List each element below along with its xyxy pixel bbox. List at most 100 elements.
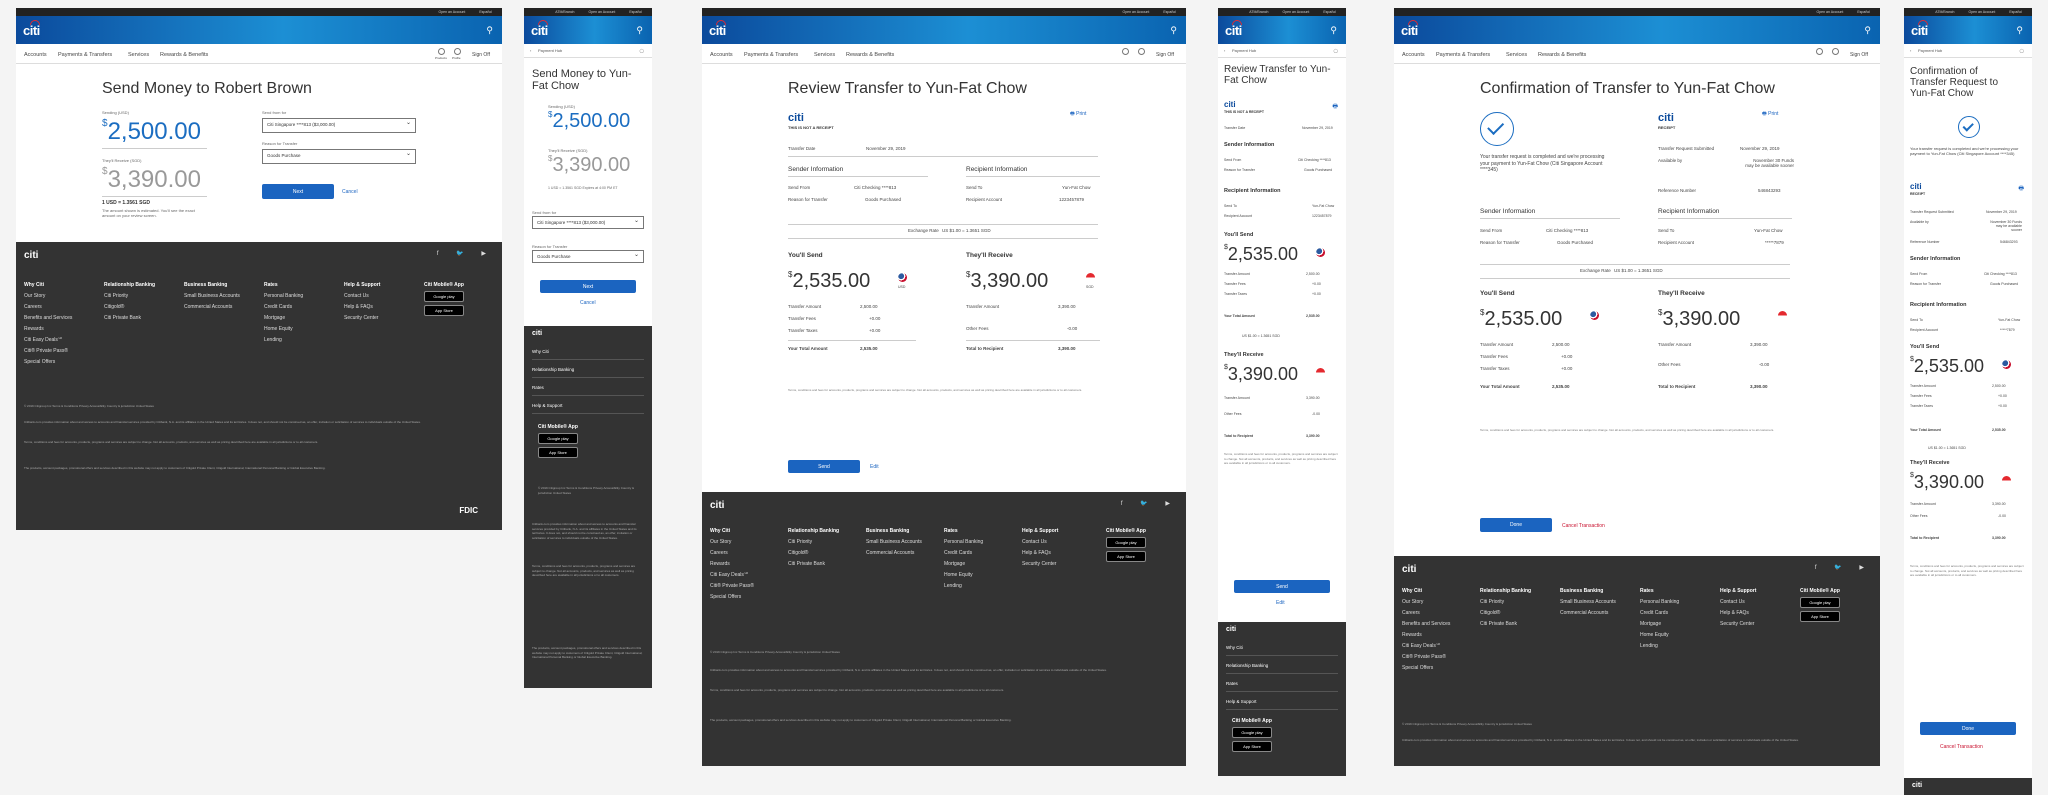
profile-icon[interactable]: ◯: [640, 48, 644, 53]
print-icon[interactable]: 🖶: [1332, 102, 1338, 112]
products-icon[interactable]: [1816, 48, 1823, 55]
citi-logo[interactable]: citi: [531, 23, 548, 38]
cancel-transaction-link[interactable]: Cancel Transaction: [1562, 523, 1605, 529]
accordion-relationship[interactable]: Relationship Banking: [532, 362, 644, 378]
nav-payments[interactable]: Payments & Transfers: [58, 52, 112, 58]
search-icon[interactable]: ⚲: [1864, 25, 1871, 36]
open-account-link[interactable]: Open an Account: [588, 10, 615, 14]
payment-hub-link[interactable]: Payment Hub: [1918, 48, 1942, 53]
cancel-link[interactable]: Cancel: [580, 300, 596, 306]
nav-accounts[interactable]: Accounts: [24, 52, 47, 58]
back-icon[interactable]: ‹: [530, 48, 531, 53]
nav-rewards[interactable]: Rewards & Benefits: [846, 52, 894, 58]
espanol-link[interactable]: Español: [2009, 10, 2022, 14]
atm-link[interactable]: ATM/Branch: [1249, 10, 1268, 14]
done-button[interactable]: Done: [1920, 722, 2016, 735]
nav-payments[interactable]: Payments & Transfers: [744, 52, 798, 58]
legal-links[interactable]: © 2019 Citigroup Inc Terms & Conditions …: [1402, 722, 1872, 727]
app-store-badge[interactable]: App Store: [1232, 741, 1272, 752]
payment-hub-link[interactable]: Payment Hub: [1232, 48, 1256, 53]
sending-amount-input[interactable]: $2,500.00: [102, 118, 201, 146]
products-icon[interactable]: [1122, 48, 1129, 55]
google-play-badge[interactable]: Google play: [1800, 597, 1840, 608]
open-account-link[interactable]: Open an Account: [438, 10, 465, 14]
citi-logo[interactable]: citi: [1911, 23, 1928, 38]
profile-icon[interactable]: [454, 48, 461, 55]
google-play-badge[interactable]: Google play: [424, 291, 464, 302]
receive-amount-input[interactable]: $3,390.00: [102, 166, 201, 194]
sending-amount-input[interactable]: $2,500.00: [548, 110, 630, 133]
open-account-link[interactable]: Open an Account: [1968, 10, 1995, 14]
profile-icon[interactable]: ◯: [2020, 48, 2024, 53]
atm-link[interactable]: ATM/Branch: [1935, 10, 1954, 14]
send-from-select[interactable]: Citi Singapore ****813 ($3,000.00): [532, 216, 644, 229]
espanol-link[interactable]: Español: [1857, 10, 1870, 14]
accordion-relationship[interactable]: Relationship Banking: [1226, 658, 1338, 674]
reason-select[interactable]: Goods Purchase: [262, 149, 416, 164]
citi-logo[interactable]: citi: [23, 23, 40, 38]
nav-services[interactable]: Services: [814, 52, 835, 58]
reason-select[interactable]: Goods Purchase: [532, 250, 644, 263]
sign-off-link[interactable]: Sign Off: [1156, 52, 1174, 58]
google-play-badge[interactable]: Google play: [538, 433, 578, 444]
google-play-badge[interactable]: Google play: [1232, 727, 1272, 738]
nav-services[interactable]: Services: [128, 52, 149, 58]
nav-services[interactable]: Services: [1506, 52, 1527, 58]
cancel-transaction-link[interactable]: Cancel Transaction: [1940, 744, 1983, 750]
social-icons[interactable]: f 🐦 ▶: [1815, 564, 1872, 571]
send-button[interactable]: Send: [788, 460, 860, 473]
citi-logo[interactable]: citi: [1225, 23, 1242, 38]
send-from-select[interactable]: Citi Singapore ****813 ($3,000.00): [262, 118, 416, 133]
nav-accounts[interactable]: Accounts: [710, 52, 733, 58]
accordion-why-citi[interactable]: Why Citi: [1226, 640, 1338, 656]
legal-links[interactable]: © 2019 Citigroup Inc Terms & Conditions …: [538, 486, 638, 495]
citi-logo[interactable]: citi: [709, 23, 726, 38]
open-account-link[interactable]: Open an Account: [1122, 10, 1149, 14]
search-icon[interactable]: ⚲: [1170, 25, 1177, 36]
sign-off-link[interactable]: Sign Off: [1850, 52, 1868, 58]
citi-logo[interactable]: citi: [1401, 23, 1418, 38]
products-icon[interactable]: [438, 48, 445, 55]
receive-amount-input[interactable]: $3,390.00: [548, 154, 630, 177]
social-icons[interactable]: f 🐦 ▶: [437, 250, 494, 257]
print-button[interactable]: 🖶 Print: [1762, 111, 1778, 119]
send-button[interactable]: Send: [1234, 580, 1330, 593]
edit-link[interactable]: Edit: [870, 464, 879, 470]
legal-links[interactable]: © 2019 Citigroup Inc Terms & Conditions …: [24, 404, 494, 409]
print-icon[interactable]: 🖶: [2018, 184, 2024, 194]
search-icon[interactable]: ⚲: [486, 25, 493, 36]
accordion-help[interactable]: Help & Support: [1226, 694, 1338, 710]
sign-off-link[interactable]: Sign Off: [472, 52, 490, 58]
cancel-link[interactable]: Cancel: [342, 189, 358, 195]
search-icon[interactable]: ⚲: [2016, 25, 2023, 36]
accordion-rates[interactable]: Rates: [1226, 676, 1338, 692]
google-play-badge[interactable]: Google play: [1106, 537, 1146, 548]
accordion-why-citi[interactable]: Why Citi: [532, 344, 644, 360]
print-button[interactable]: 🖶 Print: [1070, 111, 1086, 119]
app-store-badge[interactable]: App Store: [424, 305, 464, 316]
app-store-badge[interactable]: App Store: [538, 447, 578, 458]
app-store-badge[interactable]: App Store: [1106, 551, 1146, 562]
social-icons[interactable]: f 🐦 ▶: [1121, 500, 1178, 507]
open-account-link[interactable]: Open an Account: [1816, 10, 1843, 14]
espanol-link[interactable]: Español: [629, 10, 642, 14]
profile-icon[interactable]: [1138, 48, 1145, 55]
nav-rewards[interactable]: Rewards & Benefits: [1538, 52, 1586, 58]
espanol-link[interactable]: Español: [1163, 10, 1176, 14]
espanol-link[interactable]: Español: [479, 10, 492, 14]
legal-links[interactable]: © 2019 Citigroup Inc Terms & Conditions …: [710, 650, 1176, 655]
atm-link[interactable]: ATM/Branch: [555, 10, 574, 14]
next-button[interactable]: Next: [262, 184, 334, 199]
nav-rewards[interactable]: Rewards & Benefits: [160, 52, 208, 58]
back-icon[interactable]: ‹: [1224, 48, 1225, 53]
payment-hub-link[interactable]: Payment Hub: [538, 48, 562, 53]
app-store-badge[interactable]: App Store: [1800, 611, 1840, 622]
profile-icon[interactable]: [1832, 48, 1839, 55]
accordion-rates[interactable]: Rates: [532, 380, 644, 396]
back-icon[interactable]: ‹: [1910, 48, 1911, 53]
done-button[interactable]: Done: [1480, 518, 1552, 532]
nav-accounts[interactable]: Accounts: [1402, 52, 1425, 58]
next-button[interactable]: Next: [540, 280, 636, 293]
accordion-help[interactable]: Help & Support: [532, 398, 644, 414]
nav-payments[interactable]: Payments & Transfers: [1436, 52, 1490, 58]
